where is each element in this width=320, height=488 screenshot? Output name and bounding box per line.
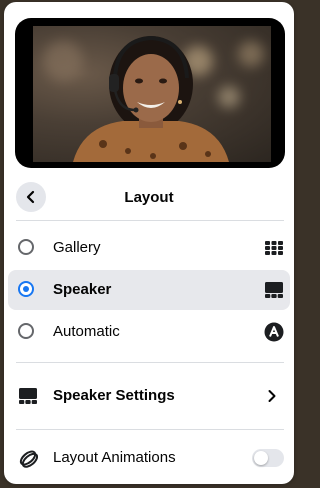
camera-feed bbox=[33, 26, 271, 162]
option-label-automatic: Automatic bbox=[53, 323, 120, 340]
divider bbox=[16, 220, 284, 221]
radio-speaker[interactable] bbox=[18, 281, 34, 297]
layout-animations-row: Layout Animations bbox=[8, 438, 290, 478]
radio-gallery[interactable] bbox=[18, 239, 34, 255]
speaker-settings-label: Speaker Settings bbox=[53, 387, 175, 404]
grid-icon bbox=[265, 241, 283, 255]
layout-option-automatic[interactable]: Automatic bbox=[8, 312, 290, 352]
layout-panel: Layout Gallery Speaker Automatic Speaker… bbox=[4, 2, 294, 484]
speaker-view-icon bbox=[265, 282, 283, 298]
layout-header: Layout bbox=[4, 176, 294, 218]
option-label-gallery: Gallery bbox=[53, 239, 101, 256]
option-label-speaker: Speaker bbox=[53, 281, 112, 298]
page-title: Layout bbox=[124, 189, 174, 206]
layout-animations-toggle[interactable] bbox=[252, 449, 284, 467]
automatic-icon bbox=[264, 322, 284, 342]
speaker-settings-icon bbox=[19, 388, 37, 404]
radio-automatic[interactable] bbox=[18, 323, 34, 339]
layout-animations-label: Layout Animations bbox=[53, 449, 176, 466]
divider bbox=[16, 429, 284, 430]
speaker-settings-row[interactable]: Speaker Settings bbox=[8, 376, 290, 416]
layout-option-speaker[interactable]: Speaker bbox=[8, 270, 290, 310]
participant-video bbox=[73, 35, 229, 162]
chevron-right-icon bbox=[268, 390, 276, 402]
layout-animations-icon bbox=[19, 450, 38, 468]
toggle-knob bbox=[254, 451, 268, 465]
divider bbox=[16, 362, 284, 363]
video-preview bbox=[15, 18, 285, 168]
layout-option-gallery[interactable]: Gallery bbox=[8, 228, 290, 268]
